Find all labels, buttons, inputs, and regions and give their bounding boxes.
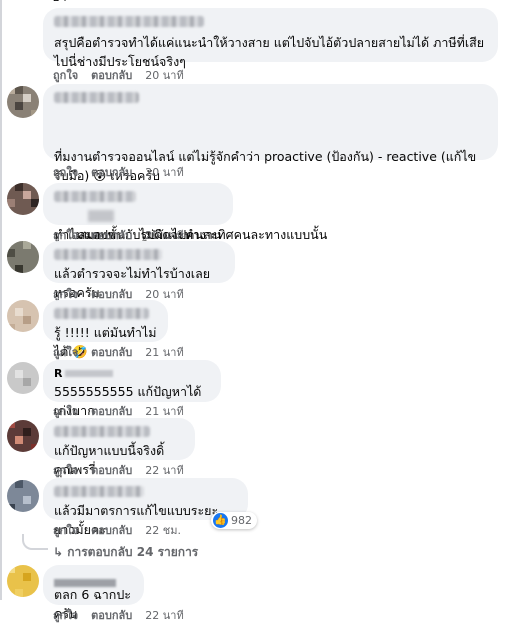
timestamp[interactable]: 22 นาที (145, 464, 183, 477)
avatar[interactable] (7, 565, 39, 597)
comment-bubble: รู้ !!!!! แต่มันทำไม่ได้ 🤣 (43, 300, 168, 359)
reply-arrow-icon: ↳ (53, 545, 68, 559)
avatar[interactable] (7, 420, 39, 452)
reaction-number: 982 (231, 514, 252, 527)
avatar[interactable] (7, 362, 39, 394)
name-blur (54, 579, 116, 587)
timestamp[interactable]: 22 ชม. (145, 524, 181, 537)
reply-link[interactable]: ตอบกลับ (91, 69, 132, 82)
avatar[interactable] (7, 86, 39, 118)
avatar[interactable] (7, 300, 39, 332)
comment-actions: ถูกใจ ตอบกลับ 22 นาที (53, 461, 197, 479)
timestamp[interactable]: 21 นาที (145, 405, 183, 418)
commenter-name[interactable] (54, 572, 133, 587)
name-blur (65, 370, 114, 377)
commenter-name-blurred[interactable] (54, 249, 162, 260)
timestamp[interactable]: 22 นาที (145, 609, 183, 622)
reply-link[interactable]: ตอบกลับ (91, 405, 132, 418)
comment-bubble: สรุปคือตำรวจทำได้แค่แนะนำให้วางสาย แต่ไป… (43, 8, 498, 69)
thread-line (0, 0, 2, 600)
like-link[interactable]: ถูกใจ (53, 464, 78, 477)
commenter-name-blurred[interactable] (54, 92, 139, 103)
avatar[interactable] (7, 183, 39, 215)
commenter-name-blurred[interactable] (54, 486, 144, 497)
like-link[interactable]: ถูกใจ (53, 405, 78, 418)
reply-link[interactable]: ตอบกลับ (91, 346, 132, 359)
timestamp[interactable]: 20 นาที (145, 69, 183, 82)
commenter-name-blurred[interactable] (54, 426, 150, 437)
reply-link[interactable]: ตอบกลับ (91, 609, 132, 622)
comment-actions: ถูกใจ ตอบกลับ 22 ชม. (53, 521, 194, 539)
like-link[interactable]: ถูกใจ (53, 346, 78, 359)
timestamp[interactable]: 20 นาที (145, 166, 183, 179)
thumbs-up-icon: 👍 (213, 513, 228, 528)
comment-actions: ถูกใจ ตอบกลับ 20 นาที (53, 66, 197, 84)
commenter-name[interactable]: R (54, 367, 210, 380)
view-replies-link[interactable]: ↳ การตอบกลับ 24 รายการ (53, 543, 198, 562)
replies-label: การตอบกลับ 24 รายการ (67, 545, 199, 559)
reply-thread-connector (22, 534, 48, 550)
like-link[interactable]: ถูกใจ (53, 69, 78, 82)
redacted-word (88, 210, 114, 222)
reply-link[interactable]: ตอบกลับ (91, 524, 132, 537)
name-text: R (54, 367, 63, 380)
reply-link[interactable]: ตอบกลับ (91, 166, 132, 179)
like-link[interactable]: ถูกใจ (53, 166, 78, 179)
commenter-name-blurred[interactable] (54, 308, 149, 319)
comment-bubble: ที่มงานตำรวจออนไลน์ แต่ไม่รู้จักคำว่า pr… (43, 84, 498, 242)
timestamp[interactable]: 21 นาที (145, 346, 183, 359)
comment-actions: ถูกใจ ตอบกลับ 22 นาที (53, 606, 197, 624)
comment-bubble: แก้ปัญหาแบบนี้จริงดิ้ คุณพรรี่ (43, 418, 195, 477)
comment-bubble: สมองห ไม่คิดจะทำงานกันเลยสินะ (43, 183, 233, 261)
avatar[interactable] (7, 480, 39, 512)
commenter-name-blurred[interactable] (54, 191, 136, 202)
commenter-name-blurred[interactable] (54, 16, 204, 27)
comment-actions: ถูกใจ ตอบกลับ 20 นาที (53, 163, 197, 181)
reaction-count[interactable]: 👍 982 (211, 512, 257, 529)
comment-bubble: R 5555555555 แก้ปัญหาได้เก่งมาก (43, 360, 221, 418)
comment-bubble: แล้วตำรวจจะไม่ทำไรบ้างเลยหรอครับ (43, 241, 235, 300)
like-link[interactable]: ถูกใจ (53, 609, 78, 622)
avatar[interactable] (7, 241, 39, 273)
comment-bubble: ตลก 6 ฉากปะครับ (43, 565, 144, 621)
reply-link[interactable]: ตอบกลับ (91, 464, 132, 477)
like-link[interactable]: ถูกใจ (53, 524, 78, 537)
comment-actions: ถูกใจ ตอบกลับ 21 นาที (53, 343, 197, 361)
